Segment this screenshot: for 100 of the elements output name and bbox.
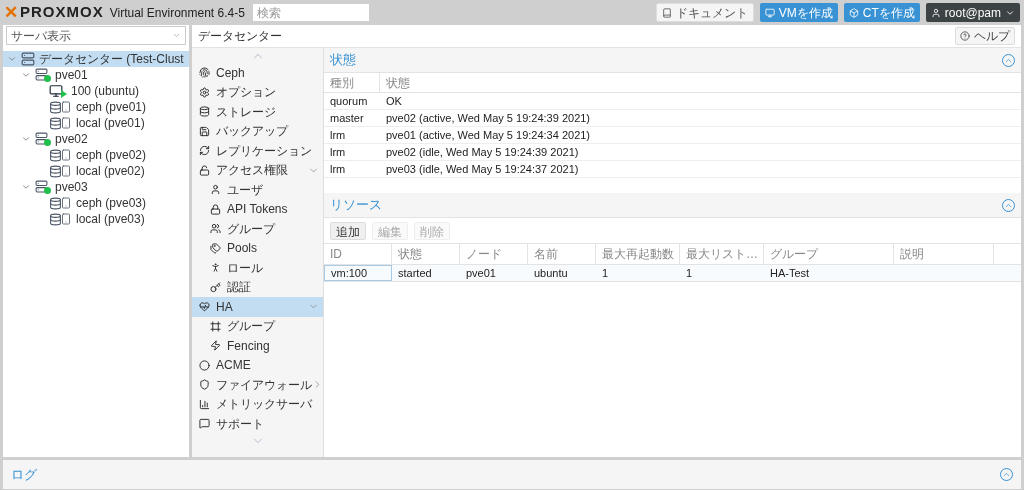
table-cell-text: pve01 (active, Wed May 5 19:24:34 2021) xyxy=(385,127,592,143)
table-cell-text: lrm xyxy=(329,127,347,143)
log-title: ログ xyxy=(11,465,37,484)
nav-item[interactable]: Ceph xyxy=(192,63,323,83)
column-header[interactable]: 最大再起動数 xyxy=(596,244,680,264)
storage-icon xyxy=(49,196,72,210)
lock-icon xyxy=(210,203,221,215)
table-cell-text: started xyxy=(397,265,433,281)
table-cell-text: pve02 (active, Wed May 5 19:24:39 2021) xyxy=(385,110,592,126)
column-header[interactable]: 状態 xyxy=(380,73,1021,92)
nav-item[interactable]: アクセス権限 xyxy=(192,160,323,180)
nav-item[interactable]: ユーザ xyxy=(192,180,323,200)
column-header[interactable]: ID xyxy=(324,244,392,264)
expand-icon[interactable] xyxy=(21,134,31,144)
table-cell-text: pve03 (idle, Wed May 5 19:24:37 2021) xyxy=(385,161,580,177)
server-stack-icon xyxy=(21,52,35,66)
storage-icon xyxy=(49,148,72,162)
chat-icon xyxy=(199,418,210,430)
table-cell-text: OK xyxy=(385,93,403,109)
header-button[interactable]: ドキュメント xyxy=(655,3,754,22)
table-cell-text: pve01 xyxy=(465,265,497,281)
table-cell-text: master xyxy=(329,110,365,126)
bar-chart-icon xyxy=(199,398,210,410)
tree-item[interactable]: local (pve03) xyxy=(3,211,189,227)
tags-icon xyxy=(210,242,221,254)
column-header[interactable]: 種別 xyxy=(324,73,380,92)
fingerprint-icon xyxy=(199,67,210,79)
logo-mark: ✕ xyxy=(4,4,18,21)
caret-icon xyxy=(172,31,181,40)
column-header[interactable]: 状態 xyxy=(392,244,460,264)
floppy-icon xyxy=(199,125,210,137)
table-cell-text: pve02 (idle, Wed May 5 19:24:39 2021) xyxy=(385,144,580,160)
view-select[interactable]: サーバ表示 xyxy=(6,26,186,45)
table-cell-text: HA-Test xyxy=(769,265,811,281)
tree-item[interactable]: ceph (pve01) xyxy=(3,99,189,115)
tree-item[interactable]: 100 (ubuntu) xyxy=(3,83,189,99)
nav-item[interactable]: グループ xyxy=(192,219,323,239)
tree-item[interactable]: local (pve02) xyxy=(3,163,189,179)
column-header[interactable]: 説明 xyxy=(894,244,994,264)
shield-icon xyxy=(199,379,210,391)
table-row[interactable]: vm:100 started pve01 ubuntu 1 1 HA-Test xyxy=(324,265,1021,282)
nav-item[interactable]: ストレージ xyxy=(192,102,323,122)
column-header[interactable]: 名前 xyxy=(528,244,596,264)
expand-icon[interactable] xyxy=(21,70,31,80)
panel-title: リソース xyxy=(330,196,382,215)
nav-item[interactable]: サポート xyxy=(192,414,323,434)
nav-item[interactable]: グループ xyxy=(192,316,323,336)
heart-pulse-icon xyxy=(199,301,210,313)
column-header[interactable]: グループ xyxy=(764,244,894,264)
vm-running-icon xyxy=(49,84,67,98)
user-menu[interactable]: root@pam xyxy=(925,3,1020,22)
nav-item[interactable]: 認証 xyxy=(192,277,323,297)
nav-item[interactable]: HA xyxy=(192,297,323,317)
breadcrumb: データセンター xyxy=(198,28,282,45)
nav-item[interactable]: ファイアウォール xyxy=(192,375,323,395)
node-online-icon xyxy=(35,68,51,82)
search-field[interactable]: 検索 xyxy=(252,4,369,21)
nav-item[interactable]: オプション xyxy=(192,82,323,102)
nav-item[interactable]: API Tokens xyxy=(192,199,323,219)
user-icon xyxy=(210,184,221,196)
table-cell-text: 1 xyxy=(601,265,610,281)
nav-item[interactable]: メトリックサーバ xyxy=(192,394,323,414)
monitor-icon xyxy=(764,7,775,18)
tree-item[interactable]: ceph (pve02) xyxy=(3,147,189,163)
book-icon xyxy=(661,7,672,18)
storage-icon xyxy=(49,164,72,178)
database-icon xyxy=(199,106,210,118)
expand-icon[interactable] xyxy=(7,54,17,64)
column-header[interactable]: ノード xyxy=(460,244,528,264)
tree-item[interactable]: pve02 xyxy=(3,131,189,147)
help-button[interactable]: ヘルプ xyxy=(955,27,1015,45)
person-icon xyxy=(210,262,221,274)
storage-icon xyxy=(49,116,72,130)
table-cell-text: 1 xyxy=(685,265,694,281)
toolbar-button[interactable]: 追加 xyxy=(330,221,366,240)
nav-item[interactable]: バックアップ xyxy=(192,121,323,141)
dot-icon xyxy=(199,359,210,371)
frame-icon xyxy=(210,320,221,332)
tree-item[interactable]: local (pve01) xyxy=(3,115,189,131)
version-label: Virtual Environment 6.4-5 xyxy=(109,4,245,22)
tree-item[interactable]: ceph (pve03) xyxy=(3,195,189,211)
tree-item[interactable]: データセンター (Test-Clust xyxy=(3,51,189,67)
table-cell-text: ubuntu xyxy=(533,265,569,281)
tree-item[interactable]: pve03 xyxy=(3,179,189,195)
table-cell: vm:100 xyxy=(324,265,392,281)
nav-item[interactable]: ACME xyxy=(192,355,323,375)
table-cell-text: lrm xyxy=(329,144,347,160)
expand-icon[interactable] xyxy=(21,182,31,192)
tree-item[interactable]: pve01 xyxy=(3,67,189,83)
column-header[interactable]: 最大リスト… xyxy=(680,244,764,264)
node-online-icon xyxy=(35,180,51,194)
nav-item[interactable]: レプリケーション xyxy=(192,141,323,161)
user-icon xyxy=(930,7,941,18)
sync-icon xyxy=(199,145,210,157)
storage-icon xyxy=(49,100,72,114)
nav-item[interactable]: Fencing xyxy=(192,336,323,356)
table-cell-text: quorum xyxy=(329,93,369,109)
nav-item[interactable]: ロール xyxy=(192,258,323,278)
bolt-icon xyxy=(210,340,221,352)
nav-item[interactable]: Pools xyxy=(192,238,323,258)
